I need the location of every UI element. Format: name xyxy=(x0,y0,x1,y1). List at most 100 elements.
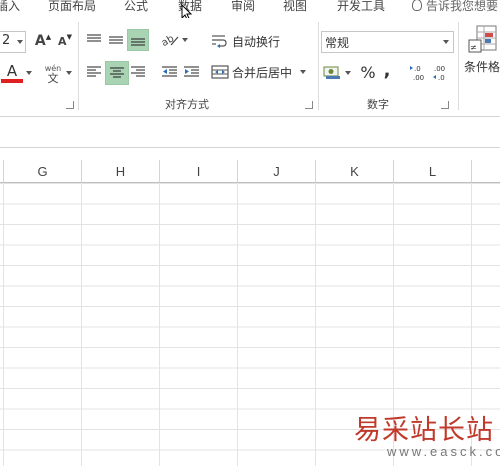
chevron-down-icon xyxy=(17,40,23,44)
grid-line xyxy=(159,183,160,466)
decrease-indent-button[interactable] xyxy=(159,62,179,82)
column-header-g[interactable]: G xyxy=(4,160,82,183)
caret-down-icon: ▼ xyxy=(66,33,72,41)
grow-font-icon: A xyxy=(34,33,46,49)
lightbulb-icon xyxy=(412,0,422,11)
orientation-button[interactable]: ab xyxy=(160,30,188,50)
watermark-logo: 易采站长站 xyxy=(354,415,494,446)
wrap-text-button[interactable]: 自动换行 xyxy=(211,30,287,52)
align-bottom-icon xyxy=(131,38,145,46)
align-center-icon xyxy=(110,67,124,78)
align-middle-button[interactable] xyxy=(106,30,126,50)
tell-me-text: 告诉我您想要 xyxy=(426,0,499,13)
font-color-bar xyxy=(1,78,23,83)
chevron-down-icon xyxy=(443,40,449,44)
comma-icon: , xyxy=(383,59,391,81)
column-header-partial[interactable] xyxy=(472,160,500,183)
font-size-value: 2 xyxy=(2,33,11,48)
align-left-icon xyxy=(87,66,101,77)
align-top-icon xyxy=(87,34,101,42)
column-header-j[interactable]: J xyxy=(238,160,316,183)
grid-line xyxy=(81,183,82,466)
tab-view[interactable]: 视图 xyxy=(283,0,307,14)
font-size-select[interactable]: 2 xyxy=(0,31,26,53)
number-group-label: 数字 xyxy=(367,98,389,111)
shrink-font-icon: A xyxy=(58,34,67,48)
ribbon-tabs: 插入 页面布局 公式 数据 审阅 视图 开发工具 告诉我您想要 xyxy=(0,0,500,22)
tab-developer[interactable]: 开发工具 xyxy=(337,0,385,14)
merge-center-label: 合并后居中 xyxy=(232,65,293,80)
column-header-i[interactable]: I xyxy=(160,160,238,183)
caret-up-icon: ▲ xyxy=(45,33,52,41)
svg-text:≠: ≠ xyxy=(470,43,477,52)
increase-indent-button[interactable] xyxy=(181,62,201,82)
svg-text:.00: .00 xyxy=(434,65,445,73)
decrease-decimal-icon: .00.0 xyxy=(433,65,445,82)
grid-line xyxy=(315,183,316,466)
align-middle-icon xyxy=(109,36,123,44)
column-header-h[interactable]: H xyxy=(82,160,160,183)
currency-icon xyxy=(323,66,340,79)
number-format-select[interactable]: 常规 xyxy=(321,31,454,53)
percent-icon: % xyxy=(360,62,376,82)
chevron-down-icon xyxy=(181,38,188,42)
shrink-font-button[interactable]: A ▼ xyxy=(57,32,73,50)
accounting-format-button[interactable] xyxy=(322,63,352,83)
comma-style-button[interactable]: , xyxy=(380,59,394,81)
font-color-icon: A xyxy=(6,61,18,80)
number-dialog-launcher-icon[interactable] xyxy=(441,101,449,109)
align-bottom-button[interactable] xyxy=(127,29,149,51)
align-right-button[interactable] xyxy=(128,62,148,82)
chevron-down-icon xyxy=(345,71,351,75)
phonetic-guide-button[interactable]: wén 文 xyxy=(42,62,64,86)
align-left-button[interactable] xyxy=(84,62,104,82)
decrease-decimal-button[interactable]: .00.0 xyxy=(431,62,451,84)
merge-center-button[interactable]: 合并后居中 xyxy=(211,61,311,83)
svg-text:.0: .0 xyxy=(438,74,445,82)
merge-center-icon xyxy=(211,65,229,79)
number-format-value: 常规 xyxy=(325,36,350,50)
increase-indent-icon xyxy=(183,66,199,77)
conditional-format-button[interactable]: ≠ 条件格 xyxy=(462,24,500,84)
svg-text:ab: ab xyxy=(161,33,176,48)
grid-line xyxy=(3,183,4,466)
column-header-partial-left[interactable] xyxy=(0,160,4,183)
chevron-down-icon[interactable] xyxy=(66,71,72,75)
conditional-format-icon: ≠ xyxy=(468,25,497,53)
watermark-url: www.easck.com xyxy=(387,444,500,459)
conditional-format-label: 条件格 xyxy=(463,60,500,74)
svg-text:.0: .0 xyxy=(414,65,421,73)
alignment-group-label: 对齐方式 xyxy=(165,98,209,111)
align-center-button[interactable] xyxy=(105,61,129,85)
tell-me-box[interactable]: 告诉我您想要 xyxy=(412,0,498,14)
percent-style-button[interactable]: % xyxy=(359,62,377,82)
text-orientation-icon: ab xyxy=(161,33,178,48)
alignment-dialog-launcher-icon[interactable] xyxy=(305,101,313,109)
ribbon: 2 A ▲ A ▼ A wén 文 ab 自动换行 合并后居中 对齐方式 常规 … xyxy=(0,18,500,117)
chevron-down-icon xyxy=(300,70,307,74)
formula-bar-area xyxy=(0,117,500,148)
group-separator xyxy=(458,22,459,110)
group-separator xyxy=(78,22,79,110)
group-separator xyxy=(318,22,319,110)
align-top-button[interactable] xyxy=(84,30,104,50)
grow-font-button[interactable]: A ▲ xyxy=(34,32,52,50)
pinyin-bottom: 文 xyxy=(47,71,59,85)
tab-review[interactable]: 审阅 xyxy=(231,0,255,14)
tab-formulas[interactable]: 公式 xyxy=(124,0,148,14)
svg-text:.00: .00 xyxy=(413,74,424,82)
decrease-indent-icon xyxy=(161,66,177,77)
tab-page-layout[interactable]: 页面布局 xyxy=(48,0,96,14)
grid-line xyxy=(237,183,238,466)
column-header-k[interactable]: K xyxy=(316,160,394,183)
increase-decimal-icon: .0.00 xyxy=(410,65,424,82)
tab-insert[interactable]: 插入 xyxy=(0,0,20,14)
increase-decimal-button[interactable]: .0.00 xyxy=(409,62,429,84)
column-header-l[interactable]: L xyxy=(394,160,472,183)
align-right-icon xyxy=(131,66,145,77)
font-dialog-launcher-icon[interactable] xyxy=(66,101,74,109)
wrap-text-label: 自动换行 xyxy=(232,34,281,49)
wrap-text-icon xyxy=(212,35,227,48)
chevron-down-icon[interactable] xyxy=(26,71,32,75)
font-color-button[interactable]: A xyxy=(0,62,24,84)
